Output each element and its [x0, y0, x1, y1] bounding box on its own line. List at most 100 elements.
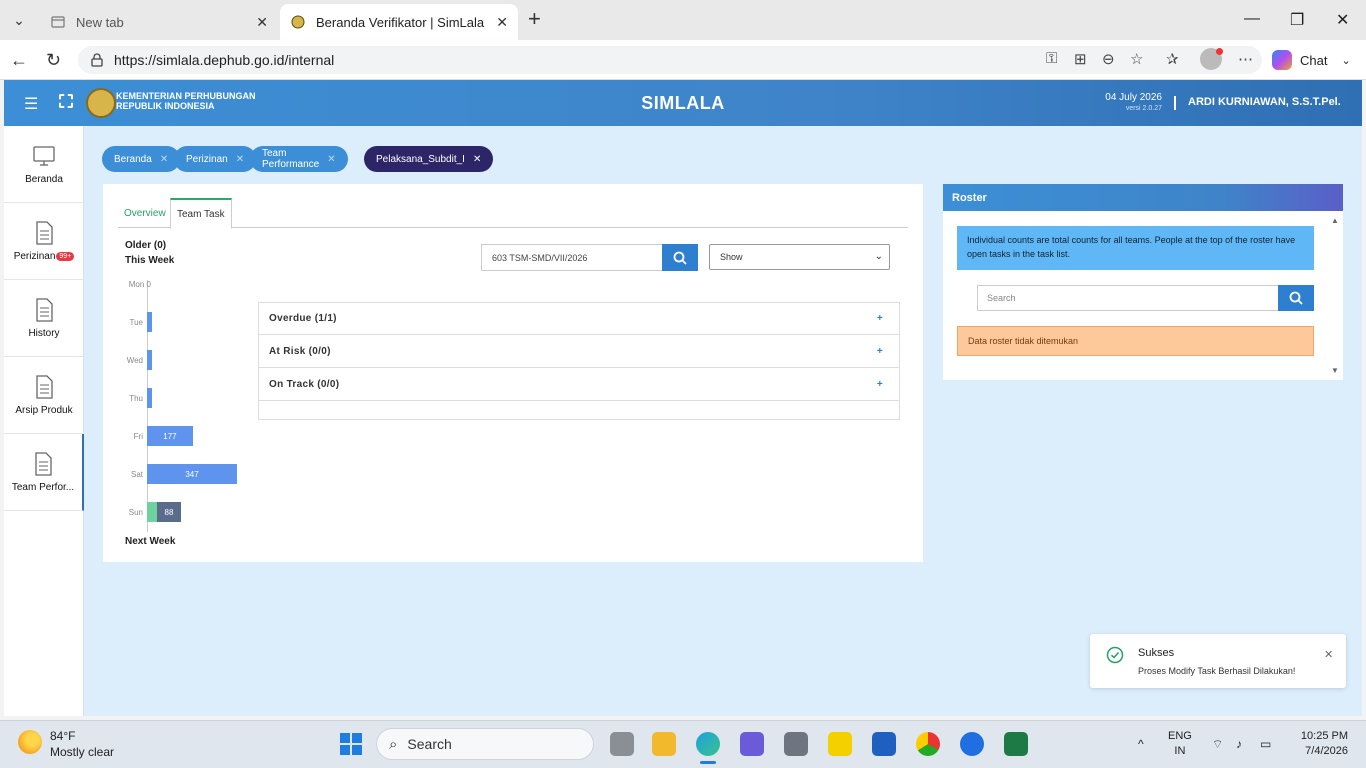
- simlala-favicon-icon: [290, 14, 306, 30]
- chrome-icon[interactable]: [916, 732, 940, 756]
- wifi-icon[interactable]: ⌔: [1212, 737, 1223, 752]
- roster-search-button[interactable]: [1278, 285, 1314, 311]
- simlala-app: ☰ KEMENTERIAN PERHUBUNGAN REPUBLIK INDON…: [4, 80, 1362, 716]
- header-date: 04 July 2026: [1105, 92, 1162, 103]
- older-label[interactable]: Older (0): [125, 240, 166, 251]
- plus-icon[interactable]: +: [877, 379, 883, 390]
- restore-icon[interactable]: ❐: [1290, 10, 1304, 30]
- task-view-icon[interactable]: [610, 732, 634, 756]
- close-icon[interactable]: ✕: [473, 154, 481, 165]
- language-indicator[interactable]: ENG IN: [1168, 729, 1192, 759]
- sidebar-item-history[interactable]: History: [4, 280, 84, 357]
- weather-moon-icon[interactable]: [18, 730, 42, 754]
- sidebar-item-team-performance[interactable]: Team Perfor...: [4, 434, 84, 511]
- sidebar: Beranda Perizinan 99+ History Arsip Produ…: [4, 126, 84, 716]
- chart-bar-tue[interactable]: [147, 312, 152, 332]
- sidebar-item-arsip-produk[interactable]: Arsip Produk: [4, 357, 84, 434]
- tab-team-task[interactable]: Team Task: [170, 198, 232, 229]
- breadcrumb-team-performance[interactable]: Team Performance ✕: [250, 146, 348, 172]
- task-search-input[interactable]: 603 TSM-SMD/VII/2026: [481, 244, 663, 271]
- edge-browser-icon[interactable]: [696, 732, 720, 756]
- close-icon[interactable]: ✕: [1324, 648, 1333, 661]
- favorites-list-icon[interactable]: ✰: [1166, 50, 1179, 68]
- scroll-down-arrow-icon[interactable]: ▼: [1331, 366, 1339, 375]
- battery-icon[interactable]: ▭: [1260, 737, 1271, 751]
- plus-icon[interactable]: +: [877, 346, 883, 357]
- breadcrumb-beranda[interactable]: Beranda ✕: [102, 146, 181, 172]
- task-search-button[interactable]: [662, 244, 698, 271]
- close-icon[interactable]: ✕: [496, 14, 508, 31]
- url-text[interactable]: https://simlala.dephub.go.id/internal: [114, 52, 334, 68]
- windows-taskbar: 84°F Mostly clear ⌕ Search ^ ENG IN ⌔ ♪ …: [0, 720, 1366, 768]
- excel-icon[interactable]: [1004, 732, 1028, 756]
- chart-bar-fri[interactable]: 177: [147, 426, 193, 446]
- chart-bar-sun-green[interactable]: [147, 502, 157, 522]
- roster-panel: Roster Individual counts are total count…: [943, 184, 1343, 380]
- remote-desktop-icon[interactable]: [872, 732, 896, 756]
- weather-temperature[interactable]: 84°F: [50, 729, 75, 743]
- chart-day-label-sun: Sun: [128, 508, 143, 517]
- next-week-label[interactable]: Next Week: [125, 536, 175, 547]
- chevron-down-icon[interactable]: ⌄: [1341, 54, 1350, 67]
- user-name[interactable]: ARDI KURNIAWAN, S.S.T.Pel.: [1188, 96, 1341, 108]
- chart-bar-thu[interactable]: [147, 388, 152, 408]
- sidebar-item-label: Arsip Produk: [15, 404, 73, 416]
- close-icon[interactable]: ✕: [327, 154, 335, 165]
- camera-icon[interactable]: [784, 732, 808, 756]
- breadcrumb-pelaksana-subdit[interactable]: Pelaksana_Subdit_I ✕: [364, 146, 494, 172]
- accordion-overdue[interactable]: Overdue (1/1) +: [259, 303, 899, 335]
- accordion-on-track[interactable]: On Track (0/0) +: [259, 369, 899, 401]
- toast-message: Proses Modify Task Berhasil Dilakukan!: [1138, 666, 1296, 676]
- breadcrumb-perizinan[interactable]: Perizinan ✕: [174, 146, 257, 172]
- weather-description[interactable]: Mostly clear: [50, 745, 114, 759]
- chart-day-label-mon: Mon 0: [128, 280, 151, 289]
- roster-search-input[interactable]: Search: [977, 285, 1279, 311]
- new-tab-plus-icon[interactable]: +: [528, 8, 541, 30]
- back-arrow-icon[interactable]: ←: [10, 50, 28, 71]
- browser-tab-simlala[interactable]: Beranda Verifikator | SimLala ✕: [280, 4, 518, 40]
- breadcrumb-label: Team Performance: [262, 148, 320, 170]
- site-info-icon[interactable]: [90, 53, 104, 67]
- tab-overview[interactable]: Overview: [118, 198, 172, 228]
- chart-bar-sun-dark[interactable]: 88: [157, 502, 181, 522]
- favorite-star-icon[interactable]: ☆: [1130, 50, 1143, 68]
- taskbar-search[interactable]: ⌕ Search: [376, 728, 594, 760]
- more-menu-icon[interactable]: ⋯: [1238, 50, 1253, 68]
- chart-day-label-fri: Fri: [133, 432, 143, 441]
- document-icon: [36, 297, 53, 322]
- copilot-app-icon[interactable]: [740, 732, 764, 756]
- tab-list-chevron-icon[interactable]: ⌄: [6, 8, 32, 32]
- chart-bar-wed[interactable]: [147, 350, 152, 370]
- minimize-icon[interactable]: —: [1244, 10, 1260, 28]
- windows-start-icon[interactable]: [340, 733, 362, 755]
- plus-icon[interactable]: +: [877, 313, 883, 324]
- perizinan-count-badge: 99+: [56, 251, 75, 261]
- sidebar-item-beranda[interactable]: Beranda: [4, 126, 84, 203]
- show-select[interactable]: Show ⌄: [709, 244, 890, 270]
- close-icon[interactable]: ✕: [236, 154, 244, 165]
- zoom-out-icon[interactable]: ⊖: [1102, 50, 1115, 68]
- copilot-chat-button[interactable]: Chat ⌄: [1272, 50, 1351, 70]
- accordion-at-risk[interactable]: At Risk (0/0) +: [259, 336, 899, 368]
- scroll-up-arrow-icon[interactable]: ▲: [1331, 216, 1339, 225]
- breadcrumb-label: Perizinan: [186, 153, 228, 165]
- chevron-down-icon: ⌄: [874, 251, 883, 262]
- apps-icon[interactable]: ⊞: [1074, 50, 1087, 68]
- close-icon[interactable]: ✕: [160, 154, 168, 165]
- reload-icon[interactable]: ↻: [46, 50, 61, 71]
- breadcrumb-label: Beranda: [114, 153, 152, 165]
- chart-bar-sat[interactable]: 347: [147, 464, 237, 484]
- key-icon[interactable]: ⚿: [1046, 50, 1057, 67]
- taskbar-clock[interactable]: 10:25 PM 7/4/2026: [1290, 729, 1348, 759]
- close-icon[interactable]: ✕: [256, 14, 268, 31]
- zoom-app-icon[interactable]: [960, 732, 984, 756]
- browser-tab-new[interactable]: New tab ✕: [40, 4, 278, 40]
- sticky-notes-icon[interactable]: [828, 732, 852, 756]
- breadcrumb-label: Pelaksana_Subdit_I: [376, 153, 465, 165]
- window-close-icon[interactable]: ✕: [1336, 10, 1349, 30]
- volume-icon[interactable]: ♪: [1236, 737, 1242, 751]
- tray-chevron-up-icon[interactable]: ^: [1138, 737, 1144, 751]
- file-explorer-icon[interactable]: [652, 732, 676, 756]
- chart-day-label-sat: Sat: [130, 470, 143, 479]
- sidebar-item-perizinan[interactable]: Perizinan 99+: [4, 203, 84, 280]
